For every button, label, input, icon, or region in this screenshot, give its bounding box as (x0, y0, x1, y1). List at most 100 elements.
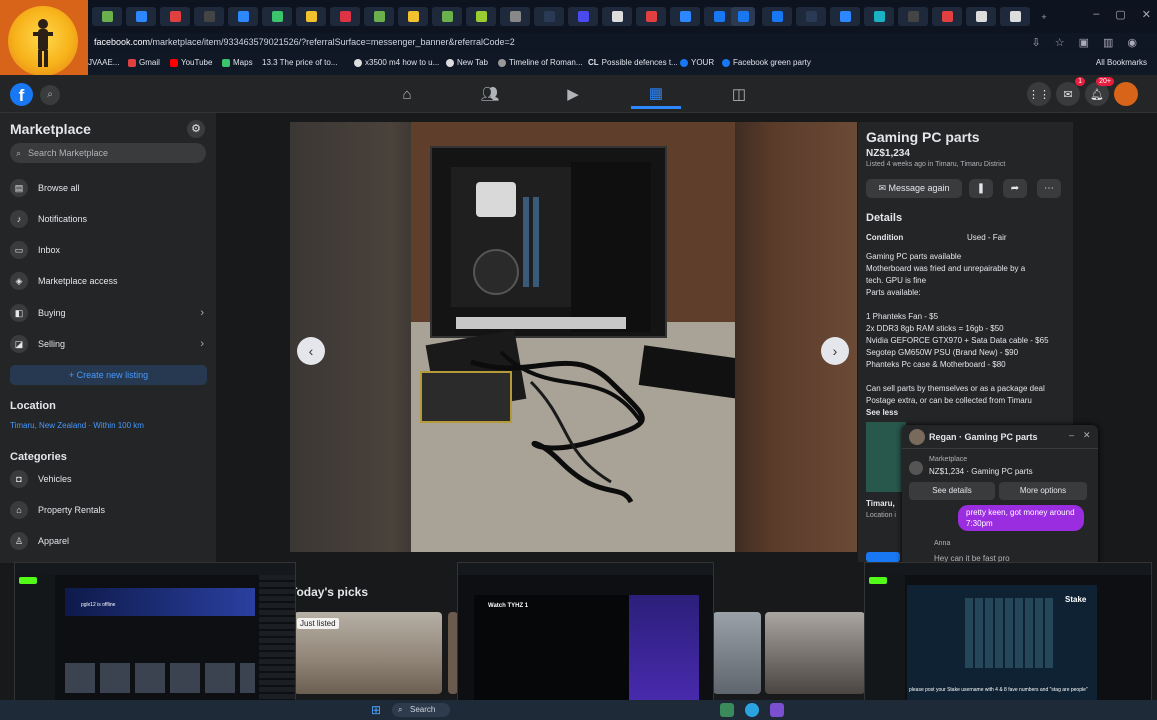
bookmark[interactable]: YOUR (680, 58, 714, 67)
browser-tab[interactable] (364, 7, 394, 26)
bookmark[interactable]: Facebook green party (722, 58, 811, 67)
pick-card[interactable]: Just listed (294, 612, 442, 694)
sidebar-item-selling[interactable]: ◪ Selling › (10, 333, 206, 355)
sidebar-item-notifications[interactable]: ♪ Notifications (10, 208, 206, 230)
browser-tab[interactable] (864, 7, 894, 26)
notifications-bell-icon[interactable]: 🔔︎ 20+ (1085, 77, 1114, 106)
browser-tab[interactable] (92, 7, 122, 26)
browser-tab[interactable] (966, 7, 996, 26)
browser-tab[interactable] (296, 7, 326, 26)
bookmark[interactable]: x3500 m4 how to u... (354, 58, 439, 67)
minimize-icon[interactable]: – (1069, 430, 1074, 440)
browser-tab[interactable] (432, 7, 462, 26)
new-tab-button[interactable]: + (1034, 7, 1054, 26)
browser-tab[interactable] (602, 7, 632, 26)
category-apparel[interactable]: ♙ Apparel (10, 530, 206, 552)
taskbar-app-icon[interactable] (720, 703, 734, 717)
friends-icon[interactable]: 👥︎ (465, 79, 515, 109)
close-icon[interactable]: ✕ (1083, 430, 1091, 441)
url-text[interactable]: facebook.com/marketplace/item/9334635790… (94, 37, 515, 47)
windows-start-icon[interactable]: ⊞ (371, 703, 381, 717)
browser-tab[interactable] (1000, 7, 1030, 26)
category-vehicles[interactable]: ◘ Vehicles (10, 468, 206, 490)
next-photo-button[interactable]: › (821, 337, 849, 365)
bookmark[interactable]: Timeline of Roman... (498, 58, 583, 67)
browser-tab[interactable] (796, 7, 826, 26)
previous-photo-button[interactable]: ‹ (297, 337, 325, 365)
create-listing-button[interactable]: + Create new listing (10, 365, 207, 385)
pick-card[interactable] (713, 612, 761, 694)
star-icon[interactable]: ☆ (1055, 36, 1065, 49)
sidebar-item-inbox[interactable]: ▭ Inbox (10, 239, 206, 261)
browser-tab[interactable] (636, 7, 666, 26)
taskbar-app-icon[interactable] (770, 703, 784, 717)
more-options-button[interactable]: More options (999, 482, 1087, 500)
category-property-rentals[interactable]: ⌂ Property Rentals (10, 499, 206, 521)
profile-avatar[interactable] (1114, 82, 1138, 106)
close-icon[interactable]: ✕ (1142, 8, 1151, 21)
share-icon[interactable]: ➦ (1003, 179, 1027, 198)
browser-tab[interactable] (898, 7, 928, 26)
more-options-icon[interactable]: ⋯ (1037, 179, 1061, 198)
gaming-icon[interactable]: ◫ (714, 79, 764, 109)
bookmark[interactable]: CL Possible defences t... (588, 58, 678, 67)
primary-action-button[interactable] (866, 552, 900, 562)
maximize-icon[interactable]: ▢ (1115, 8, 1125, 21)
browser-tab[interactable] (126, 7, 156, 26)
browser-tab[interactable] (762, 7, 792, 26)
all-bookmarks[interactable]: All Bookmarks (1096, 58, 1147, 67)
browser-tab[interactable] (228, 7, 258, 26)
messenger-icon[interactable]: ✉ 1 (1056, 77, 1085, 106)
bookmark[interactable]: 13.3 The price of to... (262, 58, 337, 67)
save-bookmark-icon[interactable]: ❚ (969, 179, 993, 198)
browser-tab[interactable] (670, 7, 700, 26)
active-browser-tab[interactable] (731, 7, 755, 26)
browser-tab[interactable] (704, 7, 734, 26)
see-less-link[interactable]: See less (866, 407, 1071, 419)
facebook-logo-icon[interactable]: f (10, 83, 33, 106)
browser-tab[interactable] (534, 7, 564, 26)
extensions-icon[interactable]: ▣ (1079, 36, 1089, 49)
browser-tab[interactable] (932, 7, 962, 26)
browser-tab[interactable] (830, 7, 860, 26)
sidebar-item-browse-all[interactable]: ▤ Browse all (10, 177, 206, 199)
bookmark[interactable]: Gmail (128, 58, 160, 67)
description-line: Nvidia GEFORCE GTX970 + Sata Data cable … (866, 336, 1049, 345)
search-icon[interactable]: ⌕ (40, 85, 60, 105)
sidebar-icon[interactable]: ▥ (1103, 36, 1113, 49)
location-map-thumbnail[interactable] (866, 422, 906, 492)
browser-tab[interactable] (160, 7, 190, 26)
bookmark[interactable]: JVAAE... (88, 58, 119, 67)
see-details-button[interactable]: See details (909, 482, 995, 500)
bookmark[interactable]: YouTube (170, 58, 212, 67)
pick-card[interactable] (765, 612, 865, 694)
bookmark[interactable]: New Tab (446, 58, 488, 67)
sidebar-item-marketplace-access[interactable]: ◈ Marketplace access (10, 270, 206, 292)
message-again-button[interactable]: ✉ Message again (866, 179, 962, 198)
install-icon[interactable]: ⇩ (1031, 36, 1040, 49)
listing-photo (411, 122, 735, 552)
sidebar-item-buying[interactable]: ◧ Buying › (10, 302, 206, 324)
address-bar[interactable]: facebook.com/marketplace/item/9334635790… (88, 33, 1157, 53)
bookmark[interactable]: Maps (222, 58, 253, 67)
browser-tab[interactable] (568, 7, 598, 26)
taskbar-search[interactable]: ⌕ Search (392, 703, 450, 717)
browser-tab[interactable] (330, 7, 360, 26)
location-filter-link[interactable]: Timaru, New Zealand · Within 100 km (10, 421, 144, 430)
browser-tab[interactable] (466, 7, 496, 26)
browser-tab[interactable] (262, 7, 292, 26)
video-icon[interactable]: ▶ (548, 79, 598, 109)
marketplace-icon[interactable]: ▦ (631, 79, 681, 109)
description-line: 1 Phanteks Fan - $5 (866, 312, 939, 321)
profile-icon[interactable]: ◉ (1127, 36, 1137, 49)
menu-grid-icon[interactable]: ⋮⋮ (1027, 82, 1051, 106)
gear-icon[interactable]: ⚙ (187, 120, 205, 138)
browser-tab[interactable] (500, 7, 530, 26)
telegram-icon[interactable] (745, 703, 759, 717)
marketplace-search-input[interactable]: ⌕ Search Marketplace (10, 143, 206, 163)
minimize-icon[interactable]: – (1093, 8, 1099, 21)
browser-tab[interactable] (398, 7, 428, 26)
chat-header[interactable]: Regan · Gaming PC parts – ✕ (902, 425, 1098, 449)
home-icon[interactable]: ⌂ (382, 79, 432, 109)
browser-tab[interactable] (194, 7, 224, 26)
